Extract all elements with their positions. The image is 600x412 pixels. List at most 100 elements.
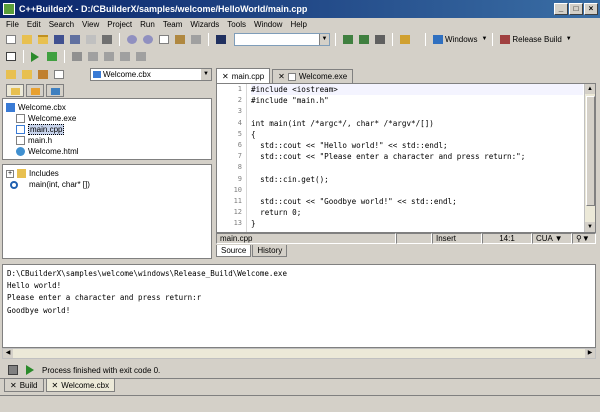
tree-item-exe[interactable]: Welcome.exe — [6, 113, 208, 124]
menu-run[interactable]: Run — [136, 20, 159, 29]
search-combo[interactable]: ▼ — [234, 32, 330, 46]
run-button[interactable] — [29, 50, 43, 63]
debug-button[interactable] — [45, 50, 59, 63]
paste-button[interactable] — [173, 33, 187, 46]
redo-button[interactable] — [141, 33, 155, 46]
chevron-down-icon[interactable]: ▼ — [319, 33, 329, 45]
tab-main-cpp[interactable]: ✕ main.cpp — [216, 68, 271, 83]
scroll-up-icon[interactable]: ▲ — [585, 84, 595, 94]
back-button[interactable] — [102, 50, 116, 63]
close-file-button[interactable] — [84, 33, 98, 46]
project-combo[interactable]: Welcome.cbx ▼ — [90, 68, 212, 81]
find-prev-icon — [359, 34, 369, 44]
add-file-button[interactable] — [4, 68, 18, 81]
open-file-button[interactable] — [20, 33, 34, 46]
close-icon[interactable]: ✕ — [10, 381, 17, 390]
print-button[interactable] — [100, 33, 114, 46]
tab-label: Welcome.exe — [298, 72, 348, 81]
refresh-button[interactable] — [52, 68, 66, 81]
tab-label: main.cpp — [231, 71, 265, 81]
windows-platform-icon — [433, 34, 443, 44]
scroll-left-icon[interactable]: ◀ — [3, 349, 13, 358]
scroll-down-icon[interactable]: ▼ — [585, 222, 595, 232]
code-area[interactable]: #include <iostream> #include "main.h" in… — [251, 84, 583, 232]
menu-search[interactable]: Search — [45, 20, 78, 29]
code-line: #include <iostream> — [251, 84, 583, 96]
build-config-selector[interactable]: Release Build ▼ — [500, 34, 572, 44]
header-file-icon — [16, 136, 25, 145]
close-button[interactable]: × — [584, 3, 598, 15]
tree-item-html[interactable]: Welcome.html — [6, 146, 208, 157]
menu-team[interactable]: Team — [159, 20, 187, 29]
editor-scrollbar[interactable]: ▲ ▼ — [584, 84, 595, 232]
undo-icon — [127, 34, 137, 44]
save-all-button[interactable] — [68, 33, 82, 46]
menu-view[interactable]: View — [78, 20, 103, 29]
tab-classes[interactable] — [46, 84, 64, 97]
tree-item-project[interactable]: Welcome.cbx — [6, 102, 208, 113]
save-button[interactable] — [52, 33, 66, 46]
line-number: 11 — [233, 196, 242, 205]
forward-button[interactable] — [118, 50, 132, 63]
make-project-button[interactable] — [4, 50, 18, 63]
editor-tabs: ✕ main.cpp ✕ Welcome.exe — [216, 68, 596, 83]
copy-button[interactable] — [157, 33, 171, 46]
menu-wizards[interactable]: Wizards — [186, 20, 223, 29]
build-target-button[interactable] — [398, 33, 420, 46]
project-icon — [93, 71, 101, 78]
scroll-right-icon[interactable]: ▶ — [585, 349, 595, 358]
expand-icon[interactable]: + — [6, 169, 14, 178]
open-project-button[interactable] — [36, 33, 50, 46]
stop-process-button[interactable] — [8, 365, 18, 375]
paste-icon — [175, 34, 185, 44]
chevron-down-icon[interactable]: ▼ — [201, 69, 211, 80]
platform-selector[interactable]: Windows ▼ — [433, 34, 487, 44]
rerun-button[interactable] — [26, 365, 34, 375]
menu-window[interactable]: Window — [250, 20, 286, 29]
tab-project[interactable] — [6, 84, 24, 97]
open-folder-button[interactable] — [20, 68, 34, 81]
search-icon[interactable]: ⚲▼ — [572, 233, 596, 244]
new-file-button[interactable] — [4, 33, 18, 46]
includes-label: Includes — [29, 169, 59, 178]
scrollbar-thumb[interactable] — [586, 96, 595, 206]
stop-button[interactable] — [70, 50, 84, 63]
structure-function[interactable]: main(int, char* []) — [6, 179, 208, 190]
pause-button[interactable] — [86, 50, 100, 63]
tree-item-main-cpp[interactable]: main.cpp — [6, 124, 208, 135]
minimize-button[interactable]: _ — [554, 3, 568, 15]
status-keymap-selector[interactable]: CUA ▼ — [532, 233, 572, 244]
replace-button[interactable] — [373, 33, 387, 46]
find-button[interactable] — [214, 33, 228, 46]
tree-item-main-h[interactable]: main.h — [6, 135, 208, 146]
find-next-button[interactable] — [341, 33, 355, 46]
tab-files[interactable] — [26, 84, 44, 97]
output-scrollbar[interactable]: ◀ ▶ — [2, 348, 596, 359]
structure-includes[interactable]: + Includes — [6, 168, 208, 179]
tab-history[interactable]: History — [252, 245, 288, 257]
project-properties-button[interactable] — [36, 68, 50, 81]
close-icon[interactable]: ✕ — [278, 72, 285, 81]
code-line: } — [251, 219, 256, 229]
menu-help[interactable]: Help — [286, 20, 310, 29]
undo-button[interactable] — [125, 33, 139, 46]
line-number: 1 — [237, 85, 242, 93]
code-editor[interactable]: 1 2 3 4 5 6 7 8 9 10 11 12 13 #include <… — [216, 83, 596, 233]
output-console[interactable]: D:\CBuilderX\samples\welcome\windows\Rel… — [2, 264, 596, 348]
title-bar: C++BuilderX - D:/CBuilderX/samples/welco… — [0, 0, 600, 18]
cut-button[interactable] — [189, 33, 203, 46]
close-icon[interactable]: ✕ — [52, 381, 59, 390]
tab-source[interactable]: Source — [216, 245, 252, 257]
find-prev-button[interactable] — [357, 33, 371, 46]
step-button[interactable] — [134, 50, 148, 63]
menu-file[interactable]: File — [2, 20, 23, 29]
menu-tools[interactable]: Tools — [223, 20, 250, 29]
tab-build[interactable]: ✕ Build — [4, 379, 44, 392]
menu-project[interactable]: Project — [103, 20, 136, 29]
tab-welcome-cbx[interactable]: ✕ Welcome.cbx — [45, 379, 116, 392]
menu-edit[interactable]: Edit — [23, 20, 45, 29]
maximize-button[interactable]: □ — [569, 3, 583, 15]
close-icon[interactable]: ✕ — [222, 72, 229, 81]
tab-welcome-exe[interactable]: ✕ Welcome.exe — [272, 69, 354, 83]
